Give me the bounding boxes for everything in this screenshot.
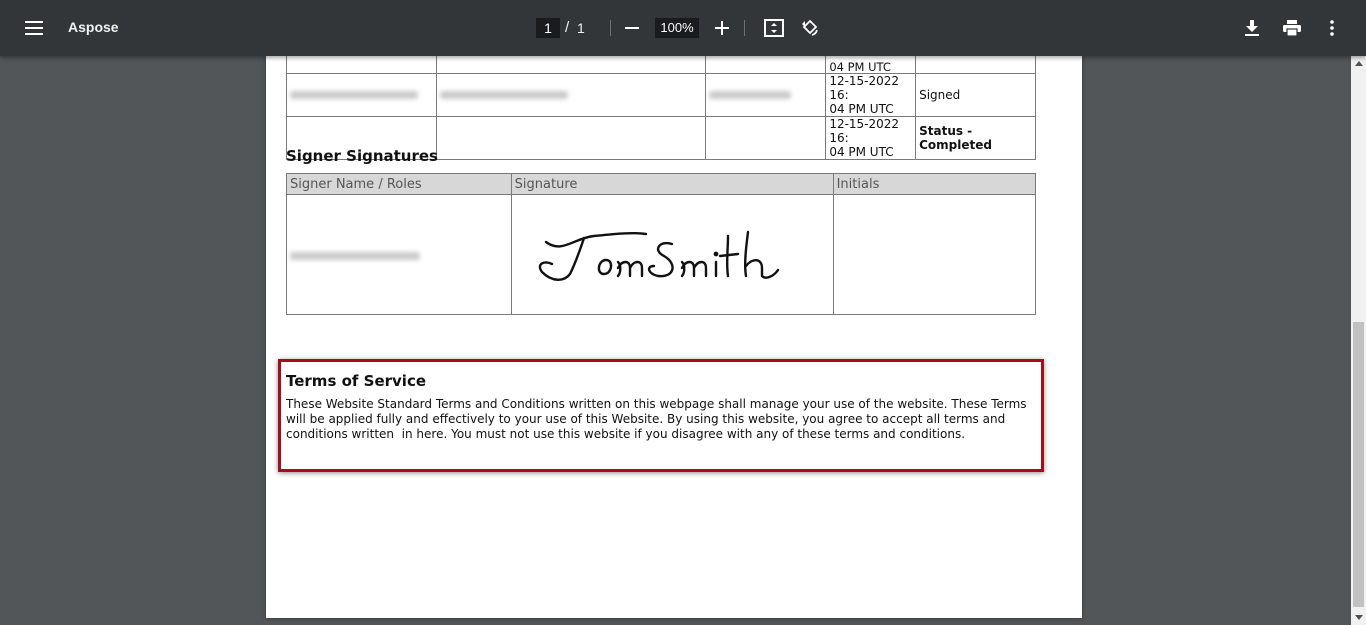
page-total: 1 bbox=[577, 20, 585, 36]
signer-signatures-heading: Signer Signatures bbox=[286, 147, 438, 165]
column-header: Initials bbox=[832, 173, 1037, 195]
fit-to-page-icon[interactable] bbox=[762, 16, 786, 40]
zoom-in-icon[interactable] bbox=[710, 16, 734, 40]
menu-icon[interactable] bbox=[18, 12, 50, 44]
table-header-row: Signer Name / Roles Signature Initials bbox=[286, 173, 1037, 195]
terms-heading: Terms of Service bbox=[286, 372, 427, 390]
scrollbar-thumb[interactable] bbox=[1353, 322, 1364, 607]
page-number-input[interactable]: 1 bbox=[536, 18, 560, 38]
column-header: Signer Name / Roles bbox=[286, 173, 512, 195]
terms-body: These Website Standard Terms and Conditi… bbox=[286, 397, 1031, 441]
redacted-ip bbox=[705, 73, 827, 117]
toolbar-divider bbox=[744, 20, 745, 36]
pdf-toolbar: Aspose 1 / 1 100% bbox=[0, 0, 1366, 56]
redacted-email bbox=[286, 73, 437, 117]
zoom-level-input[interactable]: 100% bbox=[655, 18, 699, 38]
initials-cell bbox=[832, 194, 1037, 315]
column-header: Signature bbox=[510, 173, 834, 195]
handwritten-signature bbox=[538, 230, 780, 281]
zoom-out-icon[interactable] bbox=[620, 16, 644, 40]
history-timestamp: 12-15-2022 16: 04 PM UTC bbox=[825, 116, 917, 160]
signer-signatures-table: Signer Name / Roles Signature Initials bbox=[286, 173, 1037, 315]
redacted-email bbox=[435, 73, 707, 117]
table-row bbox=[286, 194, 1037, 315]
history-timestamp: 12-15-2022 16: 04 PM UTC bbox=[825, 73, 917, 117]
table-row: 04 PM UTC bbox=[286, 56, 1036, 74]
signature-image bbox=[510, 194, 834, 315]
history-event: Status - Completed bbox=[915, 116, 1036, 160]
redacted-signer-email bbox=[286, 194, 512, 315]
toolbar-divider bbox=[610, 20, 611, 36]
pdf-page: 04 PM UTC 12-15-2022 16: 04 PM UTC Signe… bbox=[266, 56, 1082, 618]
history-table: 04 PM UTC 12-15-2022 16: 04 PM UTC Signe… bbox=[286, 56, 1036, 160]
document-title: Aspose bbox=[68, 19, 119, 35]
history-timestamp-partial: 04 PM UTC bbox=[825, 56, 917, 74]
scroll-up-arrow-icon[interactable] bbox=[1351, 56, 1366, 71]
download-icon[interactable] bbox=[1240, 16, 1264, 40]
history-event: Signed bbox=[915, 73, 1036, 117]
scroll-down-arrow-icon[interactable] bbox=[1351, 610, 1366, 625]
table-row: 12-15-2022 16: 04 PM UTC Signed bbox=[286, 73, 1036, 117]
page-separator: / bbox=[565, 19, 570, 36]
more-options-icon[interactable] bbox=[1320, 16, 1344, 40]
rotate-icon[interactable] bbox=[798, 16, 822, 40]
print-icon[interactable] bbox=[1280, 16, 1304, 40]
vertical-scrollbar[interactable] bbox=[1351, 56, 1366, 625]
